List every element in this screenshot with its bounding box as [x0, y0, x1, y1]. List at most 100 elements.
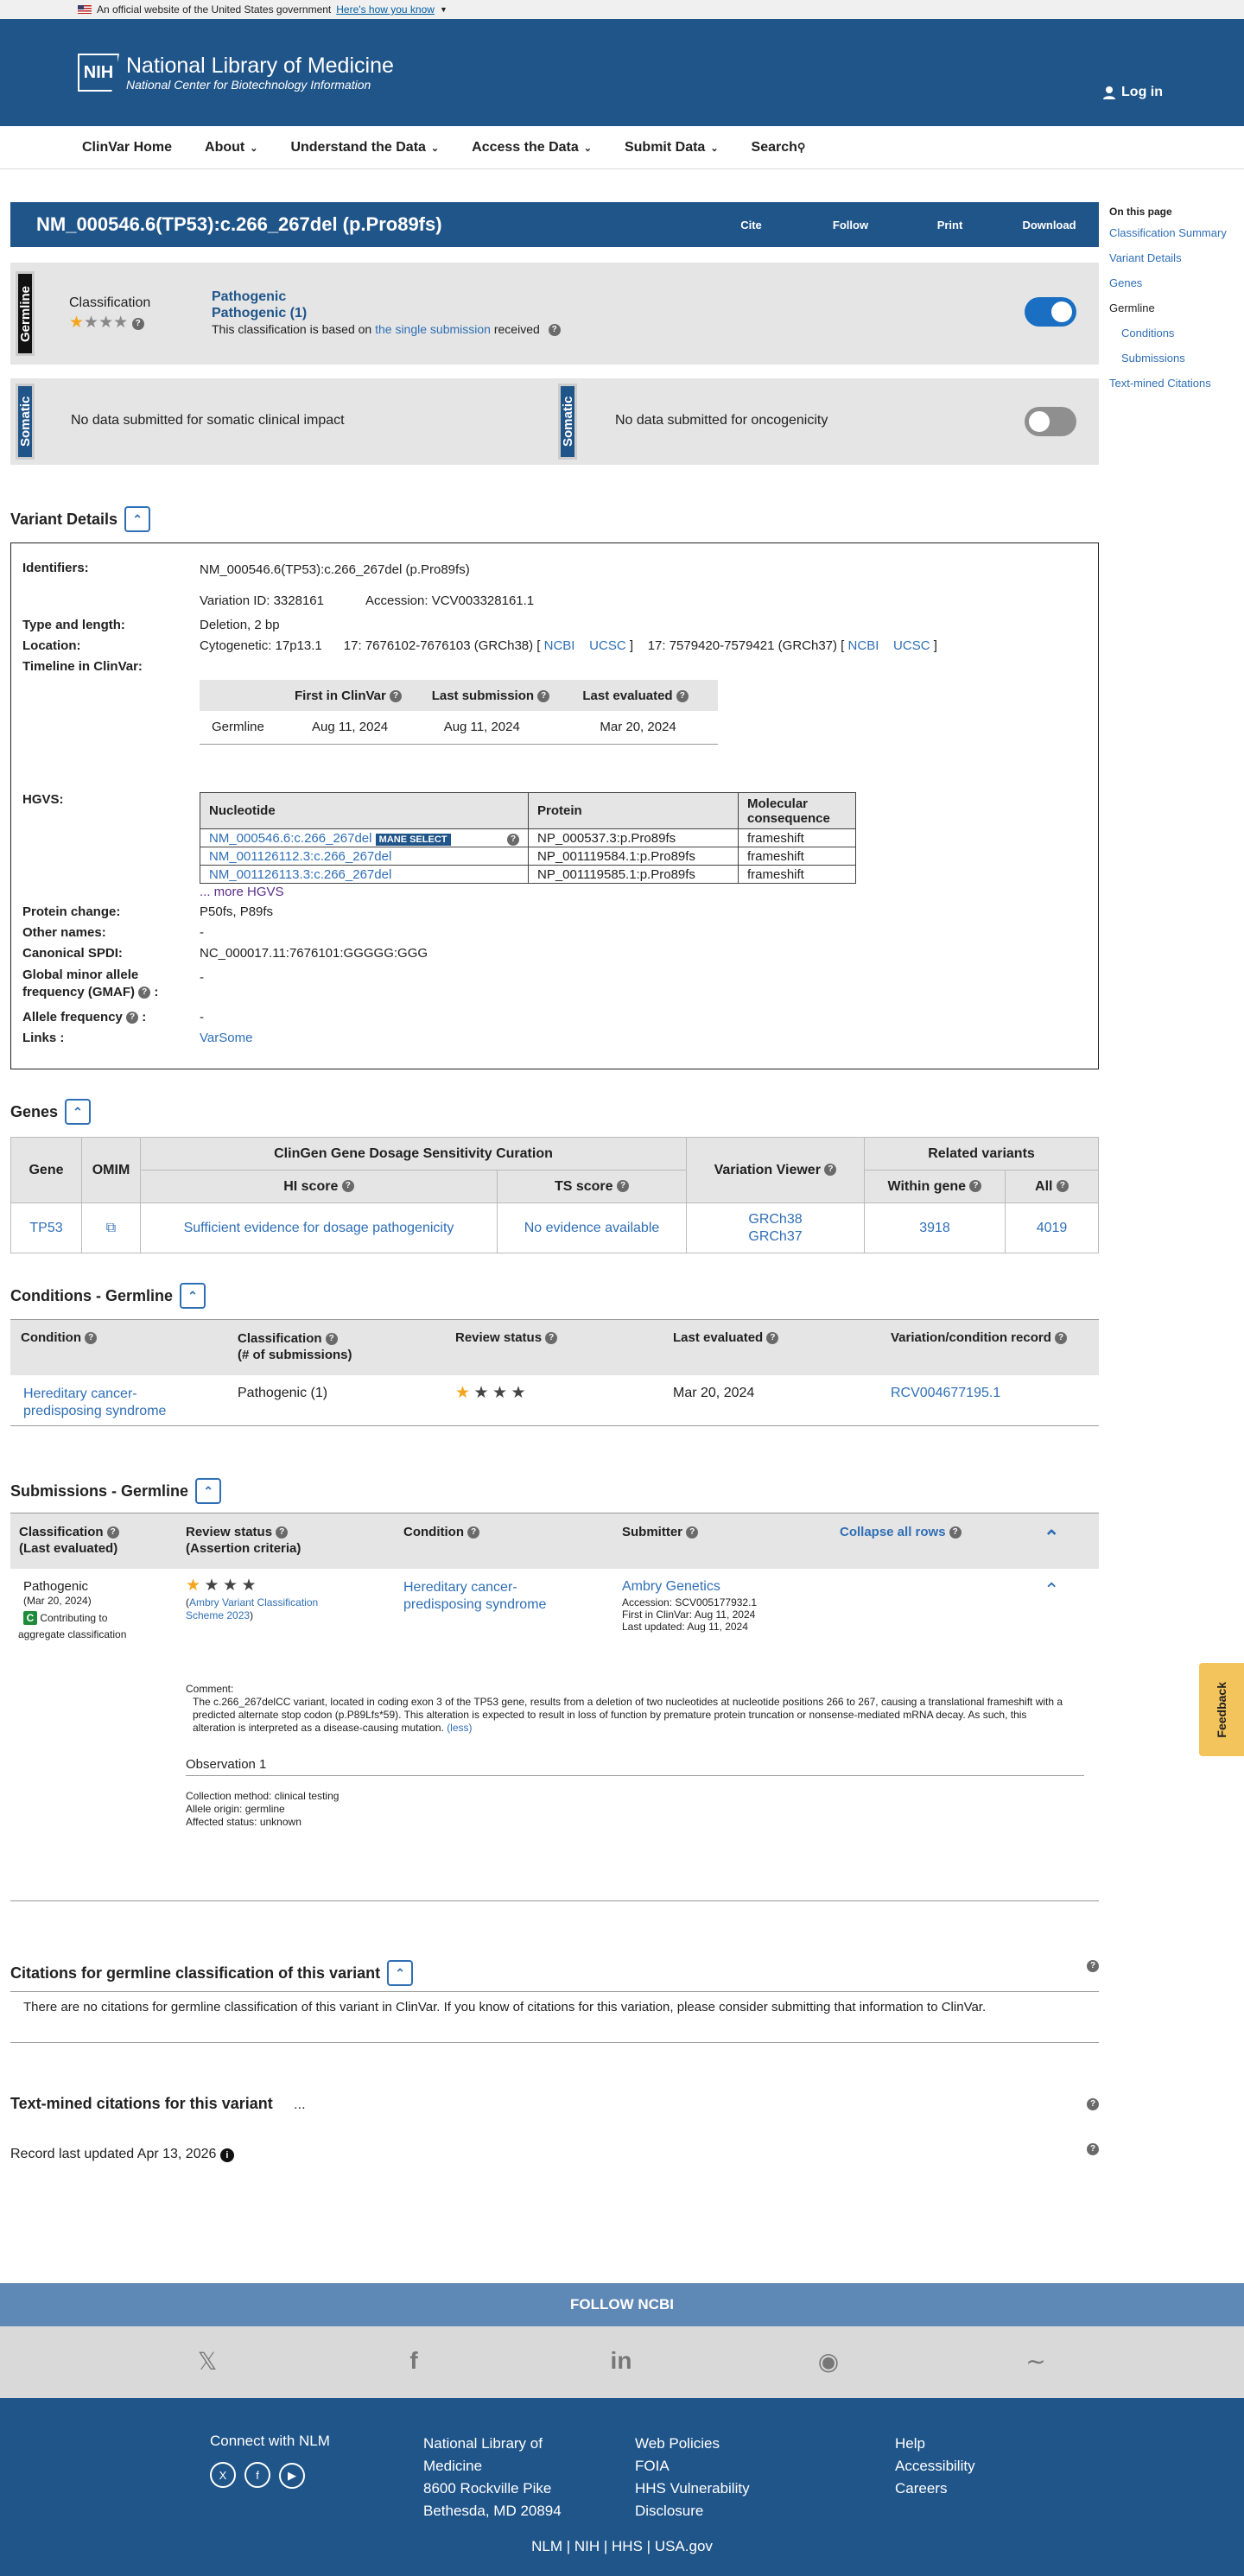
usagov-bottom-link[interactable]: USA.gov: [655, 2538, 713, 2554]
nav-clinvar-home[interactable]: ClinVar Home: [82, 140, 172, 155]
criteria-link[interactable]: Scheme 2023: [186, 1609, 250, 1621]
somatic-toggle[interactable]: [1025, 407, 1076, 436]
ucsc-link[interactable]: UCSC: [893, 638, 930, 653]
help-icon[interactable]: ?: [106, 1526, 119, 1539]
follow-button[interactable]: Follow: [801, 219, 900, 232]
rss-icon[interactable]: ∼: [932, 2347, 1139, 2376]
nav-search[interactable]: Search⚲: [752, 140, 806, 155]
help-icon[interactable]: ?: [545, 1332, 558, 1345]
help-icon[interactable]: ?: [467, 1526, 480, 1539]
help-icon[interactable]: ?: [1087, 2143, 1099, 2155]
download-button[interactable]: Download: [1000, 219, 1099, 232]
less-link[interactable]: (less): [447, 1722, 472, 1734]
help-icon[interactable]: ?: [617, 1180, 630, 1193]
collapse-button[interactable]: ⌃: [65, 1099, 92, 1125]
chevron-up-icon[interactable]: ⌃: [1044, 1528, 1059, 1547]
condition-link[interactable]: Hereditary cancer-predisposing syndrome: [23, 1386, 166, 1420]
help-icon[interactable]: ?: [390, 689, 403, 702]
toc-conditions[interactable]: Conditions: [1109, 327, 1239, 339]
info-icon[interactable]: i: [219, 2148, 234, 2162]
careers-link[interactable]: Careers: [895, 2480, 947, 2497]
help-icon[interactable]: ?: [676, 689, 689, 702]
ts-link[interactable]: No evidence available: [524, 1221, 660, 1235]
cite-button[interactable]: Cite: [701, 219, 801, 232]
collapse-all-rows[interactable]: Collapse all rows ?: [840, 1524, 962, 1540]
single-submission-link[interactable]: the single submission: [375, 322, 491, 336]
accessibility-link[interactable]: Accessibility: [895, 2458, 975, 2474]
web-policies-link[interactable]: Web Policies: [635, 2435, 720, 2452]
collapse-button[interactable]: ⌃: [387, 1960, 414, 1986]
github-icon[interactable]: ◉: [725, 2347, 932, 2376]
help-icon[interactable]: ?: [507, 833, 519, 846]
ucsc-link[interactable]: UCSC: [589, 638, 626, 653]
toc-text-mined[interactable]: Text-mined Citations: [1109, 377, 1239, 390]
help-icon[interactable]: ?: [126, 1012, 139, 1025]
ncbi-link[interactable]: NCBI: [848, 638, 879, 653]
feedback-button[interactable]: Feedback: [1199, 1663, 1244, 1756]
hgvs-link[interactable]: NM_000546.6:c.266_267del: [209, 831, 371, 846]
linkedin-icon[interactable]: in: [517, 2347, 725, 2376]
help-link[interactable]: Help: [895, 2435, 925, 2452]
how-you-know-link[interactable]: Here's how you know: [336, 3, 435, 16]
help-icon[interactable]: ?: [1087, 2098, 1099, 2110]
facebook-icon[interactable]: f: [244, 2462, 270, 2488]
grch37-link[interactable]: GRCh37: [748, 1229, 802, 1244]
help-icon[interactable]: ?: [131, 317, 144, 330]
nav-understand[interactable]: Understand the Data ⌄: [290, 140, 439, 155]
within-gene-link[interactable]: 3918: [919, 1221, 950, 1235]
grch38-link[interactable]: GRCh38: [748, 1212, 802, 1227]
varsome-link[interactable]: VarSome: [200, 1031, 252, 1045]
sub-condition-link[interactable]: Hereditary cancer-predisposing syndrome: [403, 1579, 546, 1614]
collapse-button[interactable]: ⌃: [195, 1478, 222, 1504]
login-button[interactable]: Log in: [1102, 85, 1163, 100]
hhs-vulnerability-link[interactable]: HHS Vulnerability: [635, 2480, 750, 2497]
help-icon[interactable]: ?: [766, 1332, 779, 1345]
help-icon[interactable]: ?: [686, 1526, 699, 1539]
all-variants-link[interactable]: 4019: [1037, 1221, 1068, 1235]
help-icon[interactable]: ?: [1055, 1332, 1068, 1345]
x-twitter-icon[interactable]: X: [210, 2462, 236, 2488]
nlm-bottom-link[interactable]: NLM: [531, 2538, 562, 2554]
print-button[interactable]: Print: [900, 219, 1000, 232]
nlm-link[interactable]: National Library of Medicine: [423, 2435, 543, 2474]
help-icon[interactable]: ?: [949, 1526, 962, 1539]
toc-genes[interactable]: Genes: [1109, 276, 1239, 289]
help-icon[interactable]: ?: [537, 689, 550, 702]
foia-link[interactable]: FOIA: [635, 2458, 670, 2474]
help-icon[interactable]: ?: [138, 987, 151, 999]
help-icon[interactable]: ?: [85, 1332, 98, 1345]
nav-about[interactable]: About ⌄: [205, 140, 257, 155]
more-hgvs-link[interactable]: ... more HGVS: [200, 885, 284, 899]
nav-access[interactable]: Access the Data ⌄: [472, 140, 592, 155]
nlm-logo[interactable]: NIH National Library of Medicine Nationa…: [78, 54, 394, 92]
help-icon[interactable]: ?: [548, 324, 561, 337]
germline-toggle[interactable]: [1025, 297, 1076, 327]
help-icon[interactable]: ?: [824, 1164, 837, 1177]
help-icon[interactable]: ?: [969, 1180, 982, 1193]
toc-classification-summary[interactable]: Classification Summary: [1109, 226, 1239, 239]
rcv-link[interactable]: RCV004677195.1: [891, 1386, 1000, 1401]
submitter-link[interactable]: Ambry Genetics: [622, 1579, 720, 1595]
toc-variant-details[interactable]: Variant Details: [1109, 251, 1239, 264]
hgvs-link[interactable]: NM_001126112.3:c.266_267del: [209, 849, 391, 864]
toc-submissions[interactable]: Submissions: [1109, 352, 1239, 365]
disclosure-link[interactable]: Disclosure: [635, 2503, 703, 2519]
youtube-icon[interactable]: ▶: [279, 2462, 305, 2489]
nih-bottom-link[interactable]: NIH: [574, 2538, 600, 2554]
help-icon[interactable]: ?: [325, 1333, 338, 1346]
facebook-icon[interactable]: f: [310, 2347, 517, 2376]
help-icon[interactable]: ?: [1056, 1180, 1069, 1193]
external-link-icon[interactable]: ⧉: [106, 1221, 116, 1235]
x-twitter-icon[interactable]: 𝕏: [105, 2347, 310, 2376]
hgvs-link[interactable]: NM_001126113.3:c.266_267del: [209, 867, 391, 882]
help-icon[interactable]: ?: [341, 1180, 354, 1193]
collapse-button[interactable]: ⌃: [180, 1283, 206, 1309]
criteria-link[interactable]: Ambry Variant Classification: [189, 1596, 318, 1608]
collapse-button[interactable]: ⌃: [124, 506, 151, 532]
hi-link[interactable]: Sufficient evidence for dosage pathogeni…: [184, 1221, 454, 1235]
help-icon[interactable]: ?: [276, 1526, 289, 1539]
chevron-up-icon[interactable]: ⌃: [1044, 1579, 1059, 1602]
gene-link[interactable]: TP53: [29, 1221, 62, 1235]
ncbi-link[interactable]: NCBI: [544, 638, 575, 653]
help-icon[interactable]: ?: [1087, 1960, 1099, 1972]
